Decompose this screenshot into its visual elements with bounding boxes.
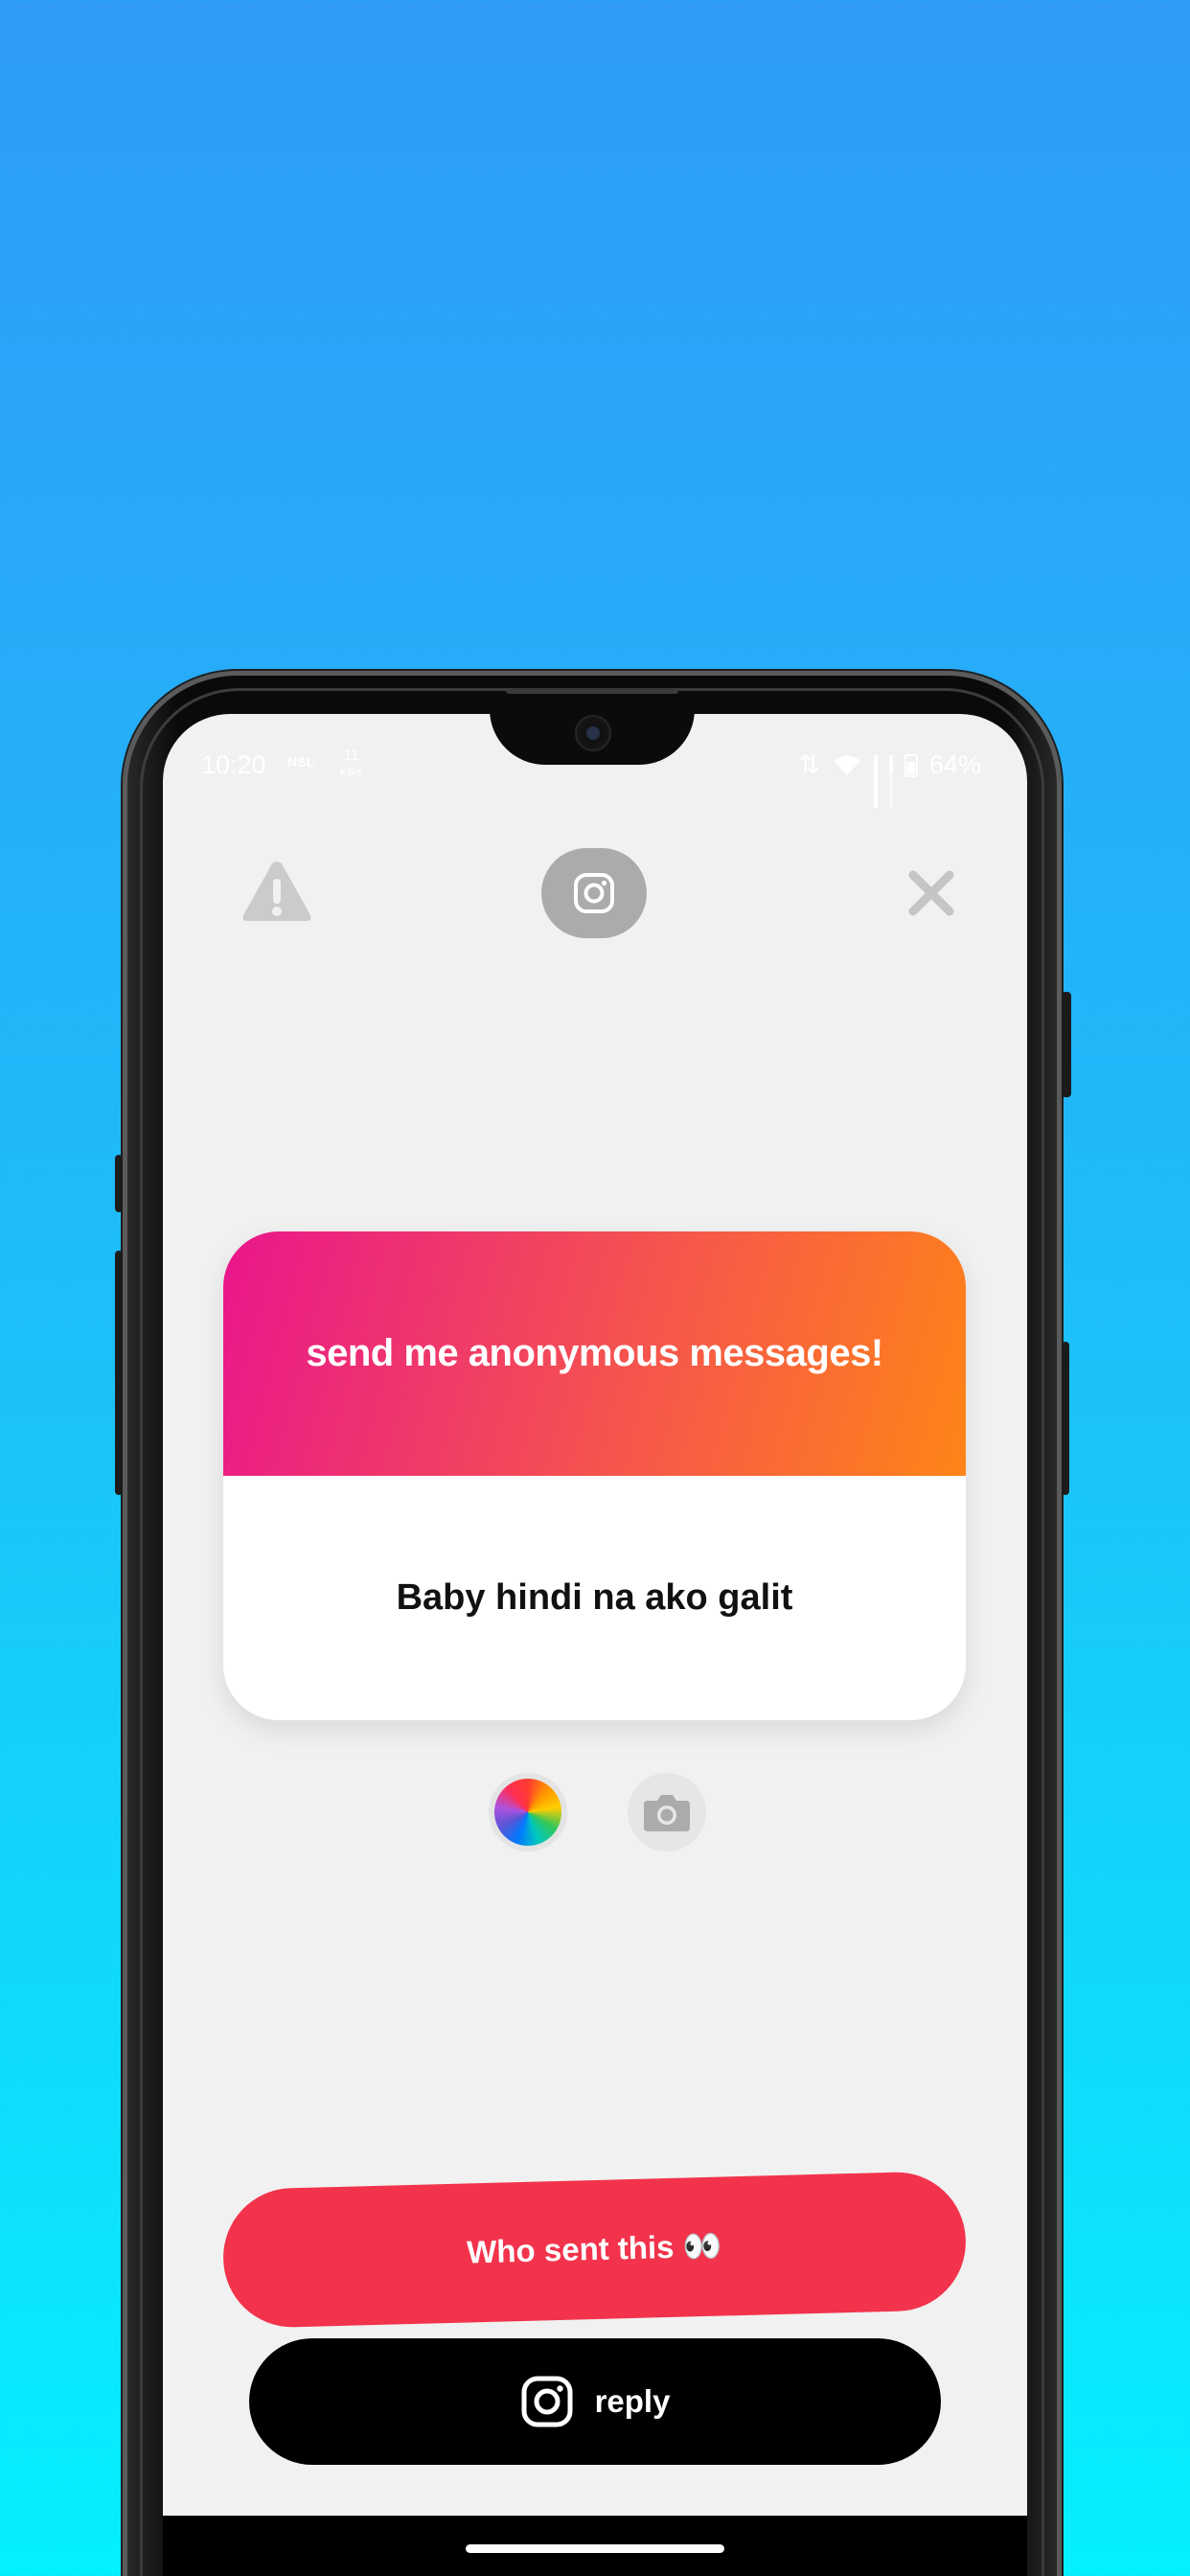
who-sent-label: Who sent this 👀: [466, 2227, 723, 2270]
phone-screen: 10:20 NSL 11 KB/s ⇅ 64% send me anonymou…: [163, 714, 1027, 2576]
network-speed-value: 11: [343, 748, 359, 764]
network-speed: 11 KB/s: [340, 748, 362, 780]
wifi-icon: [833, 755, 860, 775]
navigation-bar: [163, 2516, 1027, 2576]
data-arrows-icon: ⇅: [798, 750, 820, 779]
phone-side-button: [115, 1251, 123, 1495]
reply-label: reply: [594, 2383, 671, 2419]
warning-icon: [242, 862, 311, 921]
message-text: Baby hindi na ako galit: [396, 1577, 793, 1618]
reply-button[interactable]: reply: [249, 2338, 941, 2465]
instagram-icon: [521, 2376, 573, 2427]
card-title: send me anonymous messages!: [306, 1332, 883, 1374]
signal-icon: [873, 754, 878, 808]
add-photo-button[interactable]: [628, 1773, 706, 1852]
close-button[interactable]: [905, 867, 957, 919]
battery-percent: 64%: [928, 750, 981, 779]
network-speed-unit: KB/s: [340, 767, 363, 778]
card-body: Baby hindi na ako galit: [223, 1476, 966, 1720]
earpiece-speaker: [506, 688, 678, 694]
status-time: 10:20: [201, 750, 266, 779]
status-icons: ⇅ 64%: [798, 750, 981, 808]
battery-icon: [904, 753, 918, 777]
who-sent-this-button[interactable]: Who sent this 👀: [221, 2170, 968, 2330]
camera-icon: [644, 1795, 690, 1831]
report-button[interactable]: [240, 858, 314, 925]
change-color-button[interactable]: [489, 1773, 567, 1852]
instagram-icon: [574, 873, 614, 913]
signal-icon: [888, 754, 893, 808]
message-card: send me anonymous messages! Baby hindi n…: [223, 1231, 966, 1720]
instagram-share-button[interactable]: [541, 848, 647, 938]
close-icon: [908, 870, 954, 916]
phone-side-button: [1062, 992, 1071, 1097]
home-indicator[interactable]: [466, 2544, 724, 2553]
network-badge: NSL: [287, 754, 314, 770]
front-camera: [575, 715, 611, 751]
phone-side-button: [115, 1155, 123, 1212]
phone-side-button: [1062, 1342, 1069, 1495]
card-header: send me anonymous messages!: [223, 1231, 966, 1476]
color-wheel-icon: [494, 1779, 561, 1846]
